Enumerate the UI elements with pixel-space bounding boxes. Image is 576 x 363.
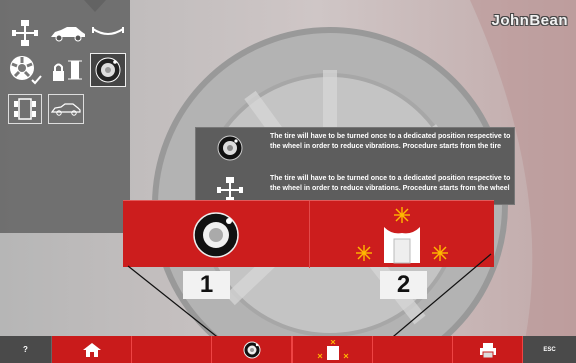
help-label: ? xyxy=(23,345,28,354)
print-icon xyxy=(479,342,496,358)
tire-icon xyxy=(192,211,239,258)
axle-icon xyxy=(92,27,124,35)
car-icon xyxy=(51,27,85,42)
print-button[interactable] xyxy=(453,336,523,363)
info-text-wheel: The tire will have to be turned once to … xyxy=(270,175,511,192)
menu-axle[interactable] xyxy=(90,22,126,44)
wheel-weight-icon xyxy=(356,206,448,263)
toolbar-slot-3[interactable] xyxy=(373,336,453,363)
menu-car[interactable] xyxy=(48,20,88,46)
brand-logo: JohnBean xyxy=(491,12,568,29)
choice-panel xyxy=(123,200,494,268)
lock-position-icon xyxy=(53,60,82,81)
choice-number-2: 2 xyxy=(380,271,427,299)
car-side-view-icon xyxy=(51,103,81,116)
tire-icon xyxy=(243,341,260,358)
menu-car-side-view[interactable] xyxy=(48,94,84,124)
menu-lock-position[interactable] xyxy=(48,54,88,86)
choice-number-1: 1 xyxy=(183,271,230,299)
info-row-tire: The tire will have to be turned once to … xyxy=(196,128,514,168)
menu-car-top-view[interactable] xyxy=(8,94,42,124)
tire-button[interactable] xyxy=(212,336,292,363)
esc-button[interactable]: ESC xyxy=(523,336,576,363)
side-menu xyxy=(0,0,130,233)
help-button[interactable]: ? xyxy=(0,336,52,363)
choice-tire-button[interactable] xyxy=(123,201,308,268)
home-button[interactable] xyxy=(52,336,132,363)
tire-icon xyxy=(217,135,243,161)
rim-check-icon xyxy=(10,56,42,85)
menu-rim-check[interactable] xyxy=(6,52,44,88)
wheel-button[interactable] xyxy=(293,336,373,363)
toolbar-slot-1[interactable] xyxy=(132,336,212,363)
car-top-view-icon xyxy=(14,98,36,120)
tire-matching-icon xyxy=(95,57,121,83)
choice-wheel-button[interactable] xyxy=(309,201,494,268)
esc-label: ESC xyxy=(543,346,556,353)
wheel-weight-icon xyxy=(317,339,348,360)
home-icon xyxy=(82,342,101,357)
wheel-balancer-icon xyxy=(12,20,38,46)
info-dialog: The tire will have to be turned once to … xyxy=(195,127,515,205)
bottom-toolbar: ? ESC xyxy=(0,336,576,363)
menu-wheel-balancer[interactable] xyxy=(10,18,40,48)
info-text-tire: The tire will have to be turned once to … xyxy=(270,133,511,150)
menu-tire-matching[interactable] xyxy=(90,53,126,87)
